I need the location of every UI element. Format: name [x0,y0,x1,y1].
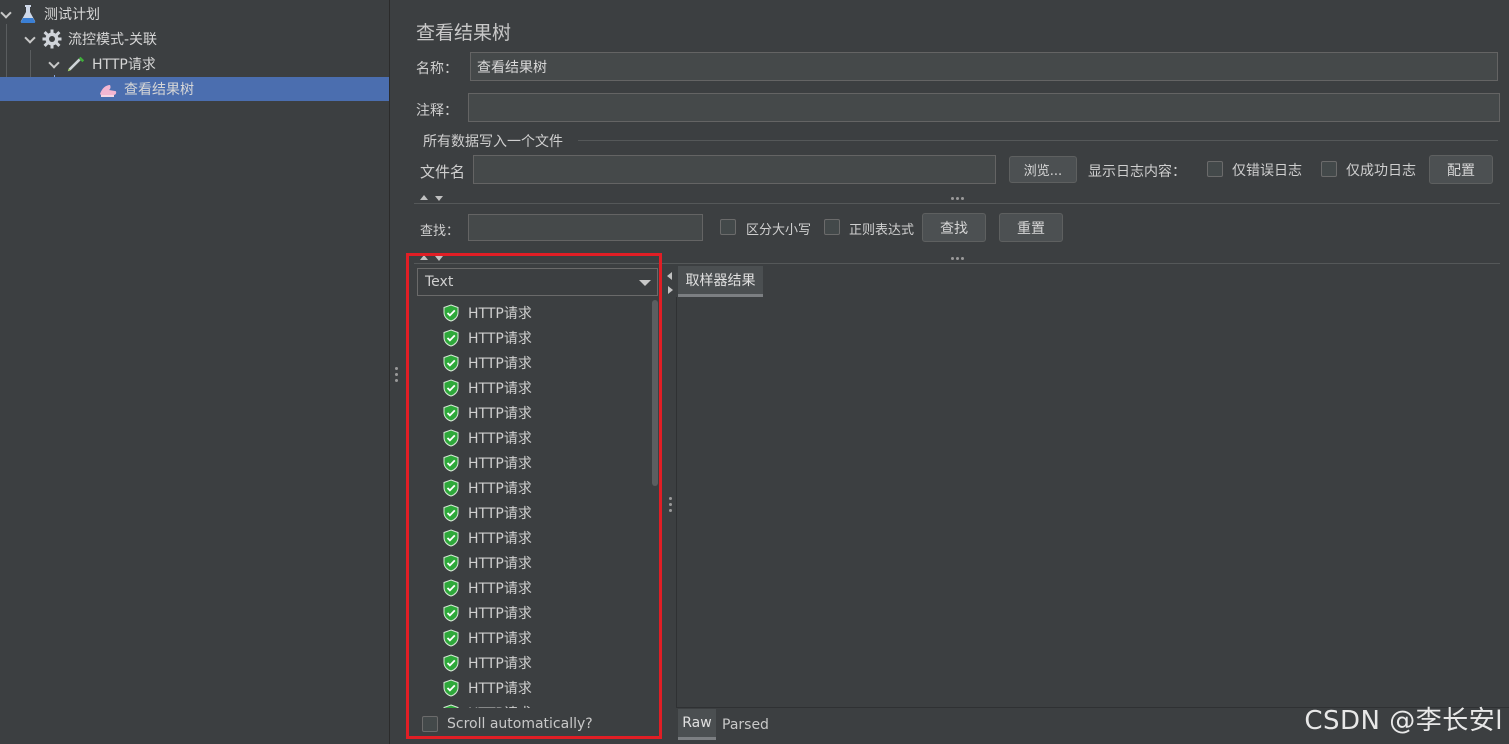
gear-icon [42,29,62,49]
highlight-box [406,253,662,739]
tree-item-flow-control[interactable]: 流控模式-关联 [24,27,157,51]
page-title: 查看结果树 [416,22,512,44]
tree-item-view-results-tree[interactable]: 查看结果树 [0,77,389,101]
flask-icon [18,4,38,24]
splitter-grip[interactable] [951,197,954,200]
group-border [578,140,1498,141]
errors-only-checkbox[interactable] [1207,161,1223,177]
sampler-result-panel [676,297,1509,707]
splitter-grip[interactable] [951,257,954,260]
pipette-icon [66,54,86,74]
tree-item-label: 测试计划 [44,7,100,23]
case-sensitive-checkbox[interactable] [720,219,736,235]
configure-button[interactable]: 配置 [1429,155,1493,184]
tree-item-test-plan[interactable]: 测试计划 [0,2,100,26]
log-display-label: 显示日志内容： [1088,164,1186,180]
search-input[interactable] [468,214,703,241]
errors-only-label: 仅错误日志 [1232,163,1302,179]
success-only-checkbox[interactable] [1321,161,1337,177]
name-input[interactable]: 查看结果树 [470,52,1498,81]
browse-button[interactable]: 浏览... [1009,156,1077,183]
collapse-down-icon[interactable] [435,196,443,201]
test-plan-tree: 测试计划 流控模式-关联 HTTP请求 查看结果树 [0,0,389,744]
collapse-right-icon[interactable] [668,286,673,294]
chevron-down-icon[interactable] [48,58,60,70]
comment-label: 注释： [416,103,458,119]
collapse-up-icon[interactable] [420,195,428,200]
chevron-down-icon[interactable] [0,8,12,20]
tree-item-http-request[interactable]: HTTP请求 [48,52,156,76]
tab-sampler-result[interactable]: 取样器结果 [678,266,763,297]
tree-item-label: HTTP请求 [92,57,156,73]
tree-item-label: 查看结果树 [124,82,194,98]
collapse-left-icon[interactable] [667,272,672,280]
search-label: 查找： [420,224,460,239]
name-label: 名称： [416,61,458,77]
filename-label: 文件名 [420,163,466,181]
regex-checkbox[interactable] [824,219,840,235]
watermark: CSDN @李长安l [1304,706,1503,736]
case-sensitive-label: 区分大小写 [746,223,812,238]
result-splitter[interactable] [664,266,676,740]
main-splitter[interactable] [389,0,401,744]
success-only-label: 仅成功日志 [1346,163,1416,179]
reset-button[interactable]: 重置 [999,213,1063,242]
tab-raw[interactable]: Raw [678,709,716,740]
file-group-label: 所有数据写入一个文件 [423,134,563,150]
find-button[interactable]: 查找 [922,213,986,242]
filename-input[interactable] [473,155,996,184]
comment-input[interactable] [468,93,1500,122]
tree-item-label: 流控模式-关联 [68,32,158,48]
listener-icon [98,79,118,99]
regex-label: 正则表达式 [849,223,915,238]
divider [414,203,1500,204]
chevron-down-icon[interactable] [24,33,36,45]
tab-parsed[interactable]: Parsed [722,709,769,740]
